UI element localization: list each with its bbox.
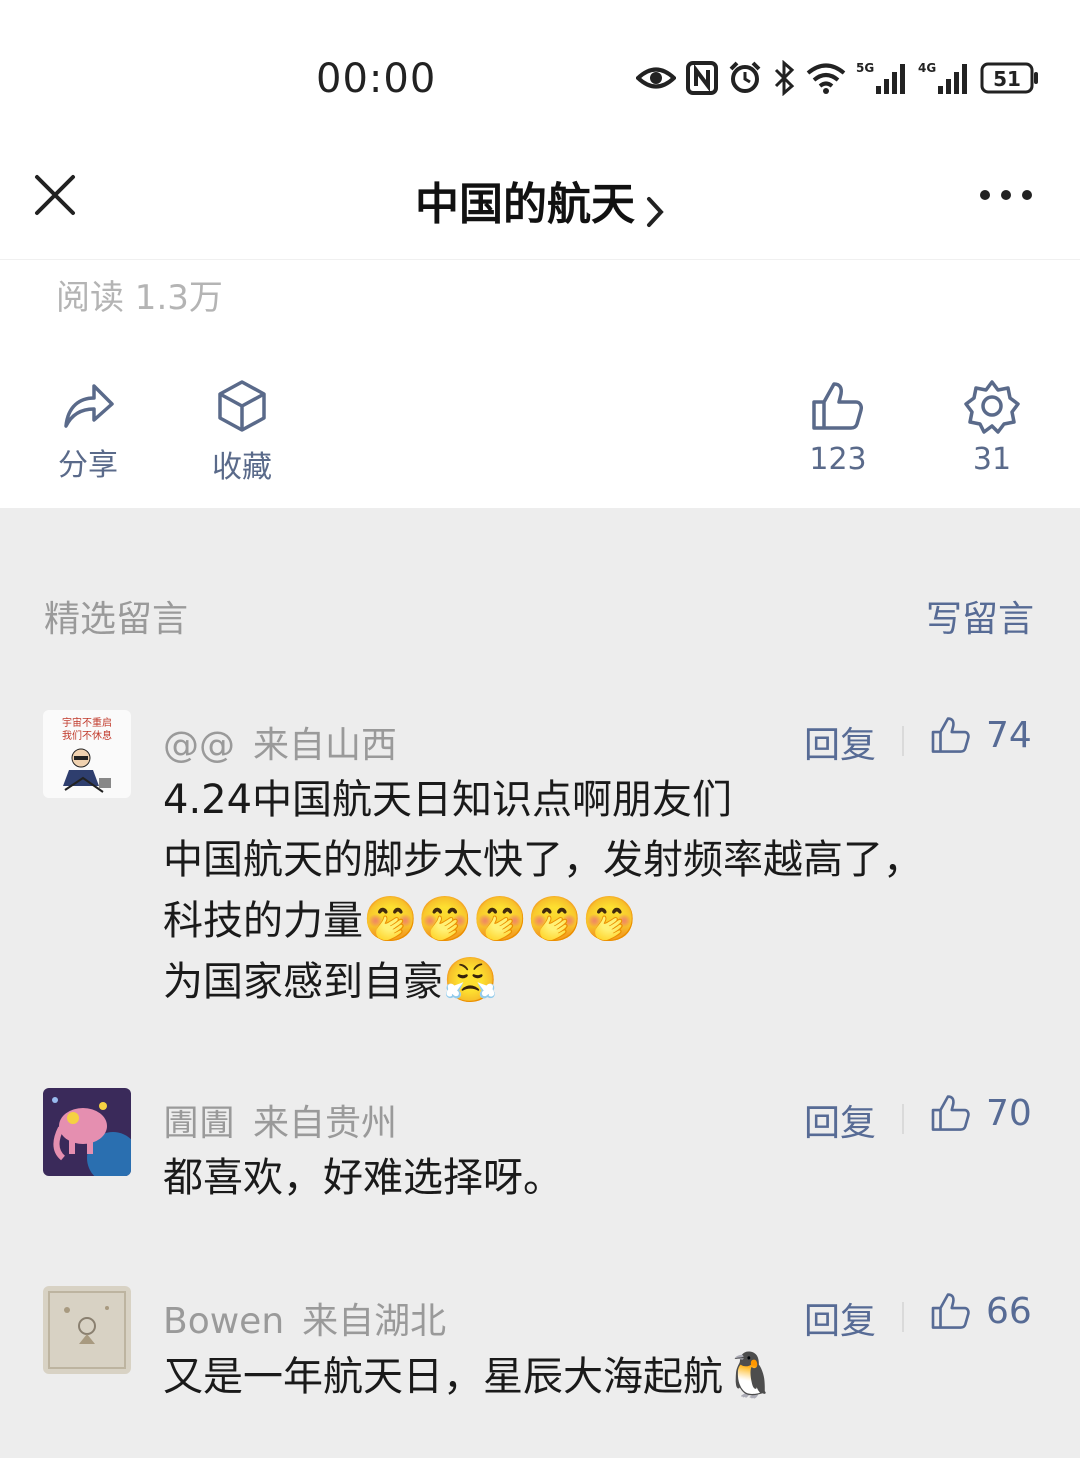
comment-body: 都喜欢，好难选择呀。 [163,1148,1043,1208]
nfc-icon [686,61,718,95]
comment-like-button[interactable]: 74 [930,710,1032,760]
comment-location: 来自山西 [253,725,398,766]
comment-line: 4.24中国航天日知识点啊朋友们 [163,777,733,823]
comment-line: 中国航天的脚步太快了，发射频率越高了， [163,837,923,883]
emoji: 🤭🤭🤭🤭🤭 [363,894,637,945]
comment-location: 来自贵州 [253,1103,398,1144]
comment-location: 来自湖北 [302,1301,447,1342]
article-footer: 阅读 1.3万 分享 收藏 123 31 [0,260,1080,508]
wow-count: 31 [972,442,1012,477]
page-title: 中国的航天 [415,179,635,230]
comment-like-button[interactable]: 70 [930,1088,1032,1138]
status-time: 00:00 [316,56,437,102]
comment-line: 都喜欢，好难选择呀。 [163,1155,563,1201]
eye-icon [636,67,676,89]
comment-meta: @@ 来自山西 [163,716,397,768]
comment-line: 为国家感到自豪😤 [163,955,498,1006]
share-button[interactable]: 分享 [38,378,138,484]
comment-body: 4.24中国航天日知识点啊朋友们 中国航天的脚步太快了，发射频率越高了， 科技的… [163,770,1043,1012]
divider [902,1302,904,1332]
emoji: 🐧 [723,1350,778,1401]
reply-button[interactable]: 回复 [804,716,876,768]
avatar[interactable] [43,1088,131,1176]
reply-button[interactable]: 回复 [804,1094,876,1146]
battery-icon: 51 [980,62,1038,94]
reply-button[interactable]: 回复 [804,1292,876,1344]
comment-line: 科技的力量🤭🤭🤭🤭🤭 [163,894,637,945]
comment-meta: Bowen 来自湖北 [163,1292,446,1344]
title-link[interactable]: 中国的航天 [0,168,1080,232]
alarm-icon [729,61,761,93]
svg-text:5G: 5G [856,61,874,75]
comment-like-count: 66 [986,1290,1032,1332]
thumb-up-icon [931,1095,970,1131]
svg-text:4G: 4G [918,61,936,75]
thumb-up-icon [931,717,970,753]
signal-5g-icon: 5G [856,61,905,94]
signal-4g-icon: 4G [918,61,967,94]
read-count: 阅读 1.3万 [56,278,223,318]
comment-like-count: 74 [986,714,1032,756]
status-icons: 5G 4G 51 [636,56,1040,100]
thumb-up-icon [812,382,863,430]
comment-meta: 圊圊 来自贵州 [163,1094,397,1146]
title-bar: 中国的航天 [0,130,1080,260]
share-label: 分享 [58,448,118,483]
svg-text:51: 51 [993,67,1021,91]
like-button[interactable]: 123 [788,378,888,477]
wow-button[interactable]: 31 [942,378,1042,477]
comment-user: @@ [163,725,235,766]
more-icon[interactable] [976,180,1036,210]
avatar[interactable] [43,1286,131,1374]
chevron-right-icon [647,196,664,227]
divider [902,726,904,756]
status-bar: 00:00 5G 4G 51 [0,0,1080,130]
comment-body: 又是一年航天日，星辰大海起航🐧 [163,1346,1043,1407]
share-icon [64,384,114,428]
wifi-icon [806,63,846,94]
svg-text:宇宙不重启: 宇宙不重启 [62,716,112,729]
cube-icon [218,380,266,432]
wow-star-icon [964,380,1020,434]
favorite-label: 收藏 [212,450,272,485]
emoji: 😤 [443,955,498,1006]
comment-like-count: 70 [986,1092,1032,1134]
avatar[interactable]: 宇宙不重启 我们不休息 [43,710,131,798]
section-title: 精选留言 [44,599,189,640]
bluetooth-icon [774,60,795,96]
svg-text:我们不休息: 我们不休息 [62,729,112,742]
comment-like-button[interactable]: 66 [930,1286,1032,1336]
favorite-button[interactable]: 收藏 [192,378,292,486]
like-count: 123 [809,442,867,477]
write-comment-button[interactable]: 写留言 [926,590,1034,642]
comments-header: 精选留言 写留言 [0,590,1080,650]
thumb-up-icon [931,1293,970,1329]
divider [902,1104,904,1134]
comment-user: 圊圊 [163,1103,236,1144]
comment-line: 又是一年航天日，星辰大海起航🐧 [163,1350,778,1401]
comment-user: Bowen [163,1301,285,1342]
